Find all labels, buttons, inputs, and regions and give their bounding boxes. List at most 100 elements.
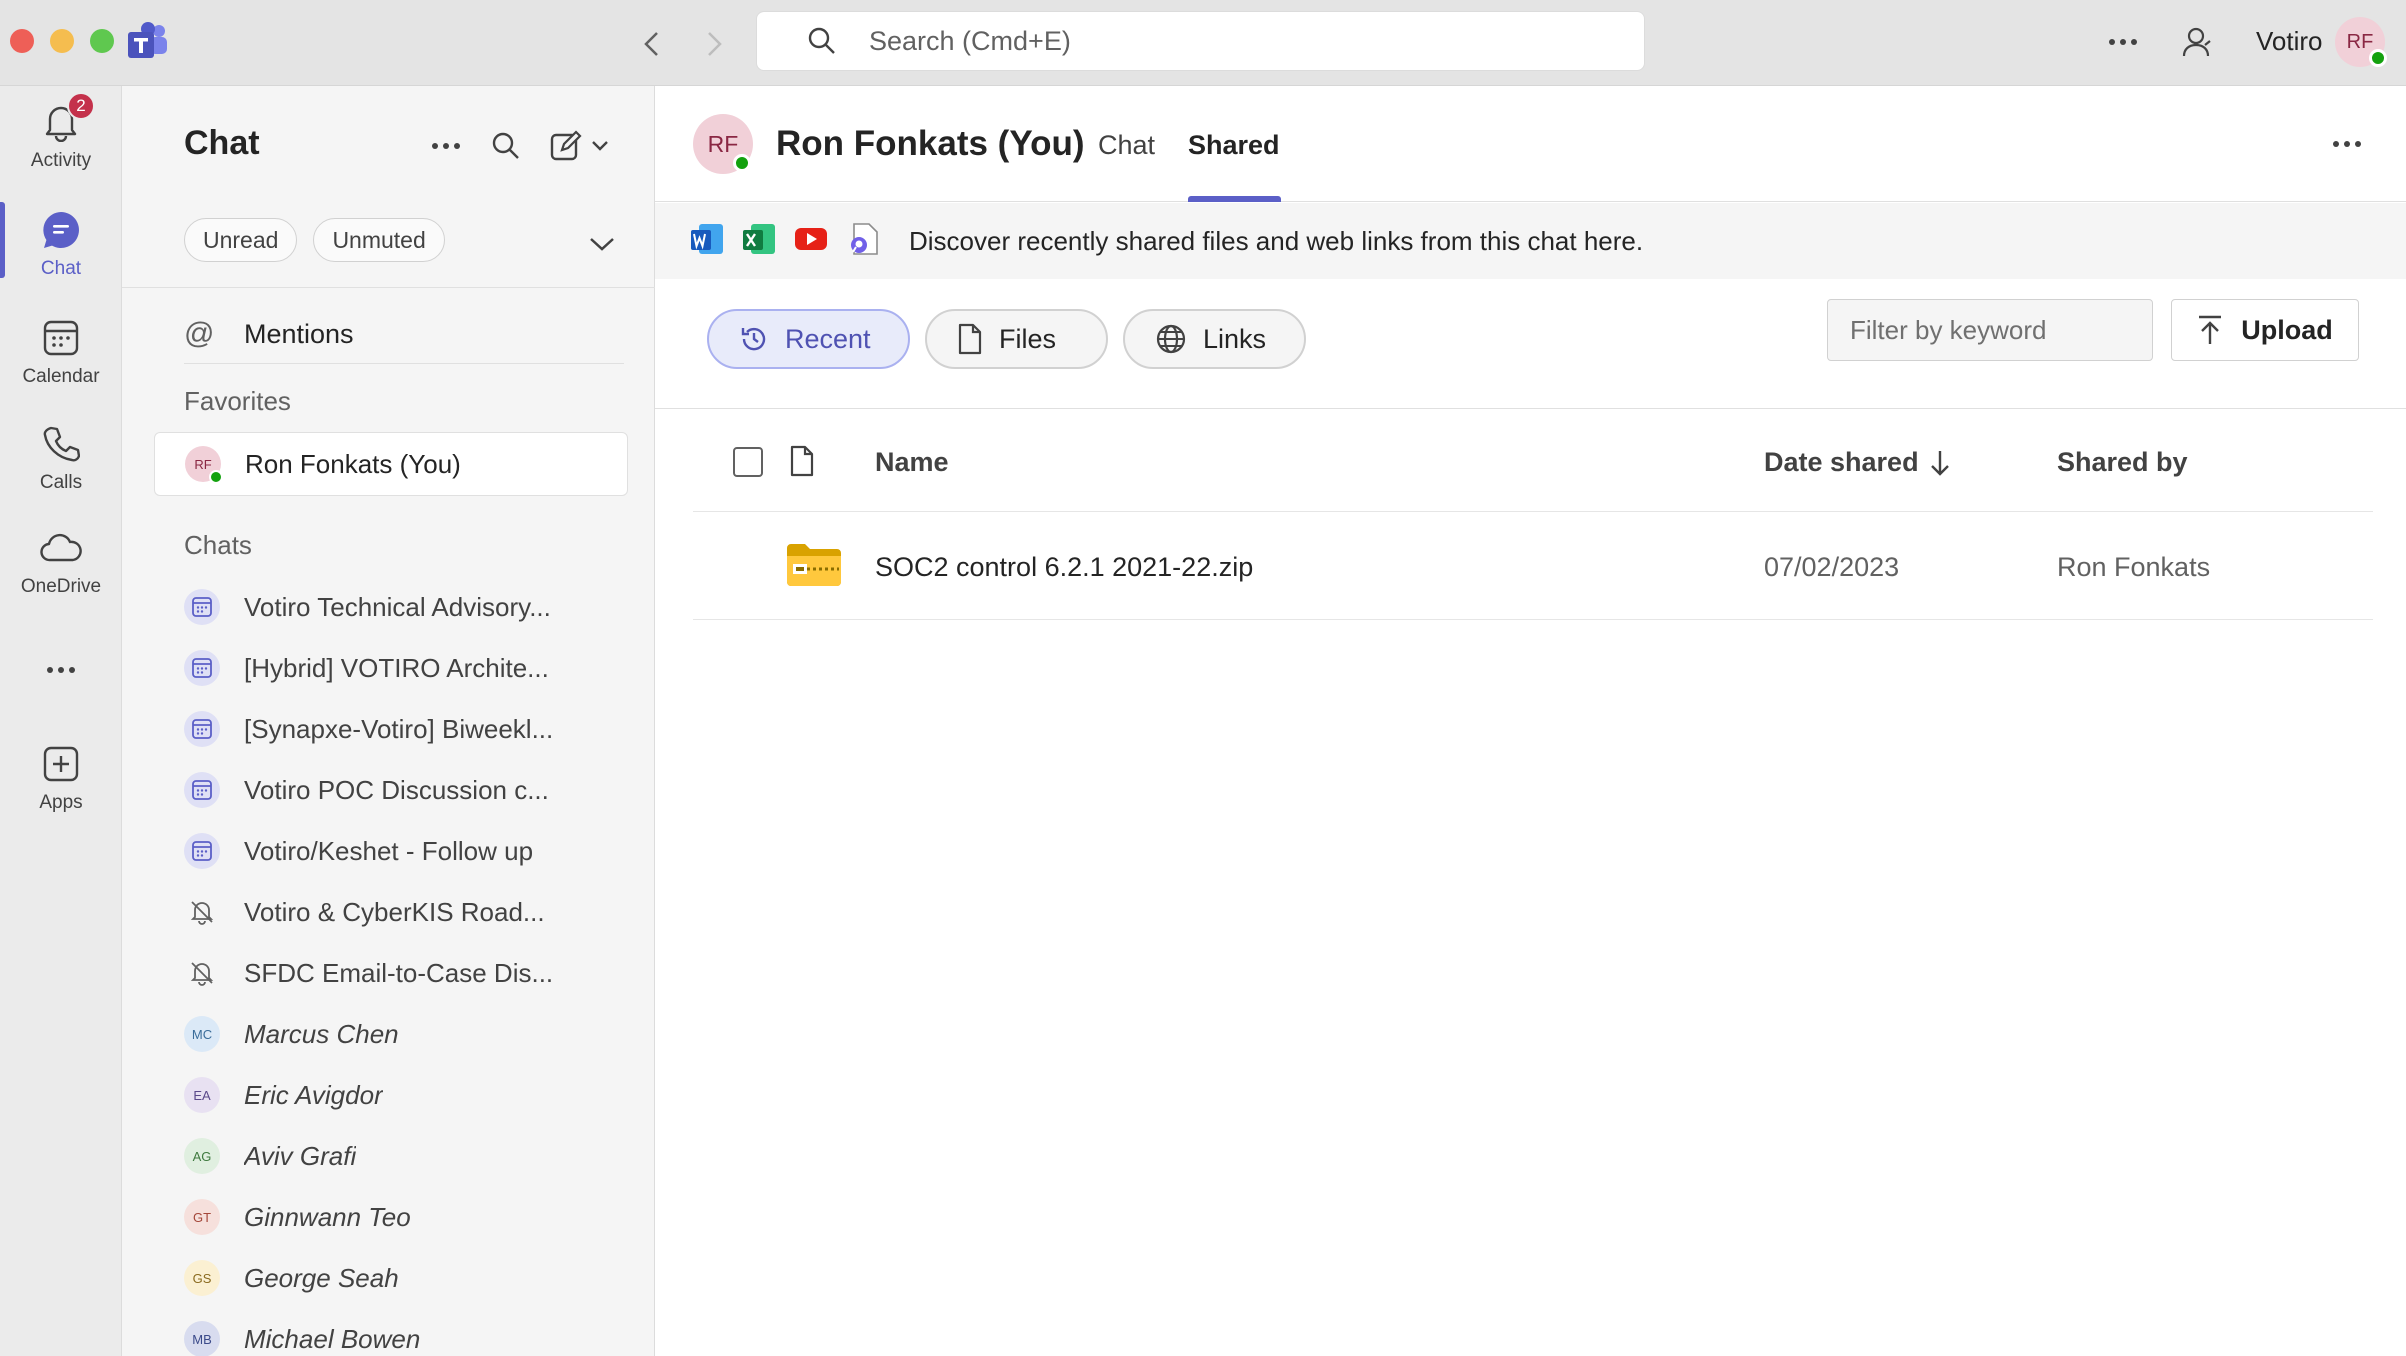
chat-pane-title: Chat xyxy=(184,124,260,162)
avatar: MC xyxy=(184,1016,220,1052)
avatar: EA xyxy=(184,1077,220,1113)
tab-shared[interactable]: Shared xyxy=(1188,130,1280,161)
rail-label: Activity xyxy=(30,150,92,171)
excel-icon xyxy=(741,221,777,262)
presence-available-icon xyxy=(733,154,751,172)
chat-name: Ginnwann Teo xyxy=(244,1201,411,1232)
select-all-checkbox[interactable] xyxy=(733,447,763,477)
chat-list-item[interactable]: Votiro & CyberKIS Road... xyxy=(184,884,624,940)
back-arrow-icon[interactable] xyxy=(632,24,672,64)
chat-bubble-icon xyxy=(39,208,83,252)
zoom-window-button[interactable] xyxy=(90,29,114,53)
banner-text: Discover recently shared files and web l… xyxy=(909,225,1644,256)
chat-list-item[interactable]: MC Marcus Chen xyxy=(184,1006,624,1062)
shared-toolbar: Recent Files Links Upload xyxy=(655,279,2406,409)
chat-list-item[interactable]: GS George Seah xyxy=(184,1250,624,1306)
people-icon[interactable] xyxy=(2176,22,2220,62)
history-icon xyxy=(739,324,769,354)
avatar[interactable]: RF xyxy=(693,114,753,174)
new-chat-compose-icon[interactable] xyxy=(546,126,616,166)
pill-files[interactable]: Files xyxy=(925,309,1108,369)
column-header-name[interactable]: Name xyxy=(875,447,949,478)
avatar: GS xyxy=(184,1260,220,1296)
rail-item-chat[interactable]: Chat xyxy=(0,208,122,308)
search-input[interactable] xyxy=(869,25,1569,57)
upload-button[interactable]: Upload xyxy=(2171,299,2359,361)
rail-item-calls[interactable]: Calls xyxy=(0,422,122,522)
rail-item-onedrive[interactable]: OneDrive xyxy=(0,526,122,626)
chat-list-item[interactable]: GT Ginnwann Teo xyxy=(184,1189,624,1245)
files-table-header: Name Date shared Shared by xyxy=(693,409,2373,512)
file-name[interactable]: SOC2 control 6.2.1 2021-22.zip xyxy=(875,552,1253,583)
rail-item-calendar[interactable]: Calendar xyxy=(0,316,122,416)
rail-item-apps[interactable]: Apps xyxy=(0,742,122,842)
pill-links[interactable]: Links xyxy=(1123,309,1306,369)
avatar: AG xyxy=(184,1138,220,1174)
calendar-icon xyxy=(39,316,83,360)
column-header-date-shared[interactable]: Date shared xyxy=(1764,447,1951,478)
avatar-initials: GS xyxy=(192,1270,212,1286)
favorite-chat-ron-fonkats[interactable]: RF Ron Fonkats (You) xyxy=(154,432,628,496)
rail-label: Calls xyxy=(39,472,83,493)
chat-name: Aviv Grafi xyxy=(244,1140,357,1171)
column-header-shared-by[interactable]: Shared by xyxy=(2057,447,2188,478)
title-bar: Votiro RF xyxy=(0,0,2406,86)
main-pane: RF Ron Fonkats (You) Chat Shared Discove… xyxy=(655,86,2406,1356)
cloud-icon xyxy=(39,526,83,570)
chat-list-item[interactable]: [Synapxe-Votiro] Biweekl... xyxy=(184,701,624,757)
meeting-calendar-icon xyxy=(184,650,220,686)
muted-bell-icon xyxy=(184,894,220,930)
chat-list-item[interactable]: Votiro/Keshet - Follow up xyxy=(184,823,624,879)
chat-search-icon[interactable] xyxy=(486,126,526,166)
tab-chat[interactable]: Chat xyxy=(1098,130,1155,161)
teams-logo-icon xyxy=(128,22,168,60)
rail-more-apps[interactable] xyxy=(0,648,122,698)
chat-list-item[interactable]: EA Eric Avigdor xyxy=(184,1067,624,1123)
word-icon xyxy=(689,221,725,262)
chat-list-item[interactable]: [Hybrid] VOTIRO Archite... xyxy=(184,640,624,696)
chat-name: SFDC Email-to-Case Dis... xyxy=(244,957,554,988)
meeting-calendar-icon xyxy=(184,711,220,747)
chat-name: Votiro/Keshet - Follow up xyxy=(244,835,534,866)
avatar-initials: RF xyxy=(707,130,739,157)
chat-name: George Seah xyxy=(244,1262,399,1293)
chat-list-item[interactable]: MB Michael Bowen xyxy=(184,1311,624,1356)
at-sign-icon: @ xyxy=(184,317,215,350)
chat-filters: Unread Unmuted xyxy=(184,218,445,262)
organization-name[interactable]: Votiro xyxy=(2256,26,2323,57)
filter-chip-unread[interactable]: Unread xyxy=(184,218,298,262)
chat-name: [Hybrid] VOTIRO Archite... xyxy=(244,652,549,683)
youtube-icon xyxy=(793,221,829,262)
filter-keyword-input[interactable] xyxy=(1827,299,2153,361)
rail-label: OneDrive xyxy=(20,576,102,597)
search-box[interactable] xyxy=(756,11,1645,71)
chat-list-item[interactable]: Votiro Technical Advisory... xyxy=(184,579,624,635)
more-options-icon[interactable] xyxy=(2101,22,2145,62)
meeting-calendar-icon xyxy=(184,772,220,808)
chat-more-options-icon[interactable] xyxy=(426,126,466,166)
close-window-button[interactable] xyxy=(10,29,34,53)
date-shared: 07/02/2023 xyxy=(1764,552,1900,582)
minimize-window-button[interactable] xyxy=(50,29,74,53)
table-row[interactable]: SOC2 control 6.2.1 2021-22.zip 07/02/202… xyxy=(693,512,2373,620)
chevron-down-icon[interactable] xyxy=(584,226,620,262)
pill-recent[interactable]: Recent xyxy=(707,309,910,369)
shared-info-banner: Discover recently shared files and web l… xyxy=(655,203,2406,279)
chat-list-item[interactable]: AG Aviv Grafi xyxy=(184,1128,624,1184)
favorites-section-label[interactable]: Favorites xyxy=(184,386,291,417)
bell-icon: 2 xyxy=(39,92,95,144)
rail-item-activity[interactable]: 2 Activity xyxy=(0,92,122,200)
user-avatar[interactable]: RF xyxy=(2335,17,2387,67)
chat-name: Eric Avigdor xyxy=(244,1079,383,1110)
chat-list-item[interactable]: SFDC Email-to-Case Dis... xyxy=(184,945,624,1001)
conversation-more-options-icon[interactable] xyxy=(2325,124,2369,164)
avatar-initials: GT xyxy=(192,1209,212,1225)
forward-arrow-icon[interactable] xyxy=(694,24,734,64)
chat-list-item[interactable]: Votiro POC Discussion c... xyxy=(184,762,624,818)
filter-chip-unmuted[interactable]: Unmuted xyxy=(313,218,445,262)
chats-section-label[interactable]: Chats xyxy=(184,530,252,561)
chat-name: [Synapxe-Votiro] Biweekl... xyxy=(244,713,554,744)
mentions-item[interactable]: @ Mentions xyxy=(184,310,354,358)
conversation-title: Ron Fonkats (You) xyxy=(776,124,1085,163)
link-preview-icon xyxy=(845,221,881,262)
